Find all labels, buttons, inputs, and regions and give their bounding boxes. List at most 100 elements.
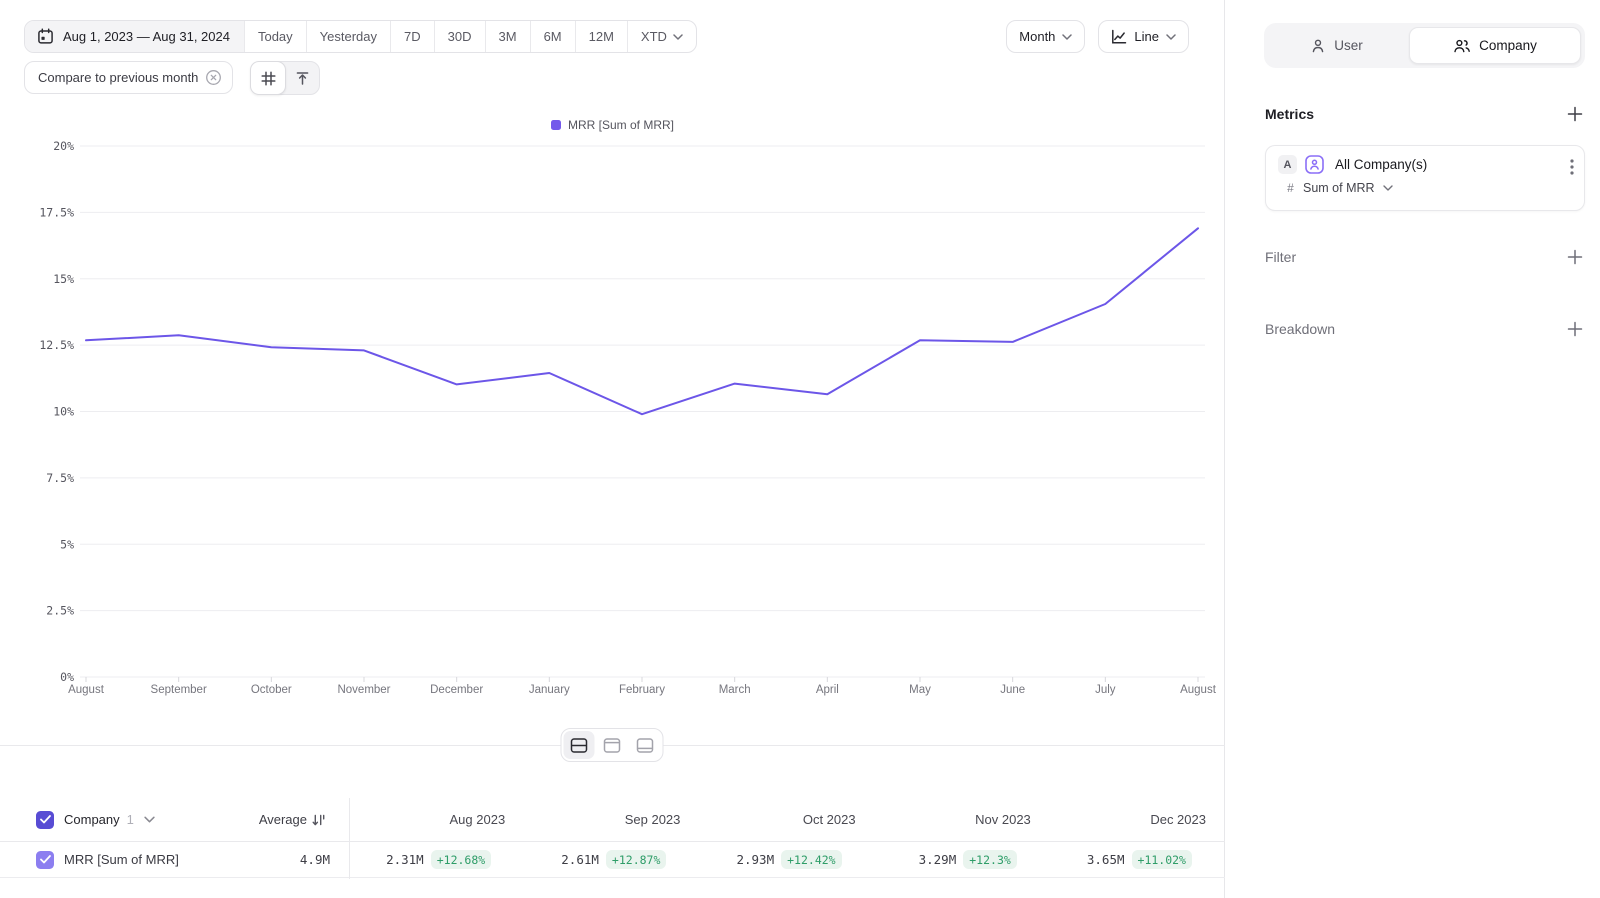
layout-chart-button[interactable] — [597, 731, 628, 759]
add-filter-button[interactable] — [1565, 247, 1585, 267]
sort-icon — [311, 812, 327, 828]
row-checkbox[interactable] — [36, 851, 54, 869]
add-breakdown-button[interactable] — [1565, 319, 1585, 339]
layout-bottom-icon — [637, 738, 654, 753]
y-axis-tick: 7.5% — [46, 471, 74, 485]
delta-badge: +11.02% — [1132, 850, 1192, 869]
entity-toggle-user-label: User — [1334, 38, 1363, 53]
report-canvas: Aug 1, 2023 — Aug 31, 2024 TodayYesterda… — [0, 0, 1225, 898]
x-axis-tick: October — [251, 684, 292, 696]
check-icon — [40, 855, 51, 864]
entity-toggle-company-label: Company — [1479, 38, 1537, 53]
metrics-title: Metrics — [1265, 106, 1314, 122]
layout-table-button[interactable] — [630, 731, 661, 759]
cell-value: 2.31M — [386, 852, 424, 867]
aggregation-selector[interactable]: # Sum of MRR — [1278, 181, 1572, 195]
x-axis-tick: January — [529, 684, 570, 696]
filter-title: Filter — [1265, 249, 1296, 265]
y-axis-tick: 17.5% — [39, 205, 74, 219]
entity-toggle-company[interactable]: Company — [1409, 27, 1581, 64]
average-label: Average — [259, 812, 307, 827]
y-axis-tick: 10% — [53, 405, 74, 419]
cell-value: 3.29M — [919, 852, 957, 867]
analytics-dashboard: Aug 1, 2023 — Aug 31, 2024 TodayYesterda… — [0, 0, 1600, 898]
metric-row-label: MRR [Sum of MRR] — [64, 852, 179, 867]
entity-toggle-user[interactable]: User — [1264, 23, 1409, 68]
average-header[interactable]: Average — [259, 812, 349, 828]
user-icon — [1310, 38, 1326, 54]
chevron-down-icon[interactable] — [144, 816, 155, 823]
x-axis-tick: March — [719, 684, 751, 696]
x-axis-tick: June — [1000, 684, 1025, 696]
delta-badge: +12.87% — [606, 850, 666, 869]
company-icon — [1453, 38, 1471, 54]
metric-name: All Company(s) — [1335, 157, 1427, 172]
check-icon — [40, 815, 51, 824]
x-axis-tick: August — [68, 684, 105, 696]
table-row[interactable]: MRR [Sum of MRR] 4.9M 2.31M +12.68% 2.61M +… — [0, 842, 1225, 878]
average-value: 4.9M — [300, 852, 349, 867]
table-cell[interactable]: 2.61M +12.87% — [524, 850, 699, 869]
metrics-section-header: Metrics — [1265, 104, 1585, 124]
plus-icon — [1567, 249, 1583, 265]
column-header[interactable]: Aug 2023 — [349, 812, 524, 827]
delta-badge: +12.68% — [431, 850, 491, 869]
kebab-icon — [1570, 159, 1574, 175]
column-header[interactable]: Dec 2023 — [1050, 812, 1225, 827]
table-header-row: Company 1 Average Aug 2023Sep 2023Oct 20… — [0, 798, 1225, 842]
y-axis-tick: 0% — [60, 670, 74, 684]
y-axis-tick: 12.5% — [39, 338, 74, 352]
column-divider — [349, 798, 350, 879]
cell-value: 3.65M — [1087, 852, 1125, 867]
breakdown-title: Breakdown — [1265, 321, 1335, 337]
table-cell[interactable]: 3.65M +11.02% — [1050, 850, 1225, 869]
filter-section-header: Filter — [1265, 247, 1585, 267]
series-line[interactable] — [86, 228, 1198, 414]
line-chart[interactable]: 0% 2.5% 5% 7.5% 10% 12.5% 15% 17.5% 20% August Sep… — [0, 0, 1225, 712]
numeric-property-icon: # — [1281, 181, 1300, 195]
x-axis-tick: December — [430, 684, 483, 696]
x-axis-tick: July — [1095, 684, 1116, 696]
layout-toggle — [561, 728, 664, 762]
metric-card-header: A All Company(s) — [1278, 155, 1572, 174]
y-axis-tick: 5% — [60, 537, 74, 551]
y-axis-tick: 20% — [53, 139, 74, 153]
delta-badge: +12.42% — [781, 850, 841, 869]
chevron-down-icon — [1383, 185, 1393, 191]
table-cell[interactable]: 2.31M +12.68% — [349, 850, 524, 869]
x-axis-tick: September — [151, 684, 207, 696]
x-axis-tick: February — [619, 684, 665, 696]
layout-top-icon — [604, 738, 621, 753]
y-axis-tick: 2.5% — [46, 604, 74, 618]
group-count: 1 — [127, 812, 134, 827]
breakdown-section-header: Breakdown — [1265, 319, 1585, 339]
results-table: Company 1 Average Aug 2023Sep 2023Oct 20… — [0, 798, 1225, 878]
company-metric-icon — [1305, 155, 1324, 174]
entity-toggle: User Company — [1264, 23, 1585, 68]
x-axis-tick: April — [816, 684, 839, 696]
metric-series-badge: A — [1278, 155, 1297, 174]
y-axis-tick: 15% — [53, 272, 74, 286]
x-axis-tick: August — [1180, 684, 1217, 696]
add-metric-button[interactable] — [1565, 104, 1585, 124]
aggregation-label: Sum of MRR — [1303, 181, 1375, 195]
table-cell[interactable]: 3.29M +12.3% — [875, 850, 1050, 869]
x-axis-tick: May — [909, 684, 931, 696]
group-header-cell: Company 1 Average — [0, 798, 349, 841]
cell-value: 2.61M — [561, 852, 599, 867]
metric-menu-button[interactable] — [1570, 159, 1574, 180]
plus-icon — [1567, 321, 1583, 337]
table-cell[interactable]: 2.93M +12.42% — [699, 850, 874, 869]
group-by-label[interactable]: Company — [64, 812, 120, 827]
column-header[interactable]: Oct 2023 — [699, 812, 874, 827]
column-header[interactable]: Sep 2023 — [524, 812, 699, 827]
layout-split-icon — [571, 738, 588, 753]
select-all-checkbox[interactable] — [36, 811, 54, 829]
layout-split-button[interactable] — [564, 731, 595, 759]
plus-icon — [1567, 106, 1583, 122]
delta-badge: +12.3% — [963, 850, 1017, 869]
cell-value: 2.93M — [736, 852, 774, 867]
column-header[interactable]: Nov 2023 — [875, 812, 1050, 827]
metric-card[interactable]: A All Company(s) # Sum of MRR — [1265, 145, 1585, 211]
config-sidebar: User Company Metrics A — [1226, 0, 1600, 898]
